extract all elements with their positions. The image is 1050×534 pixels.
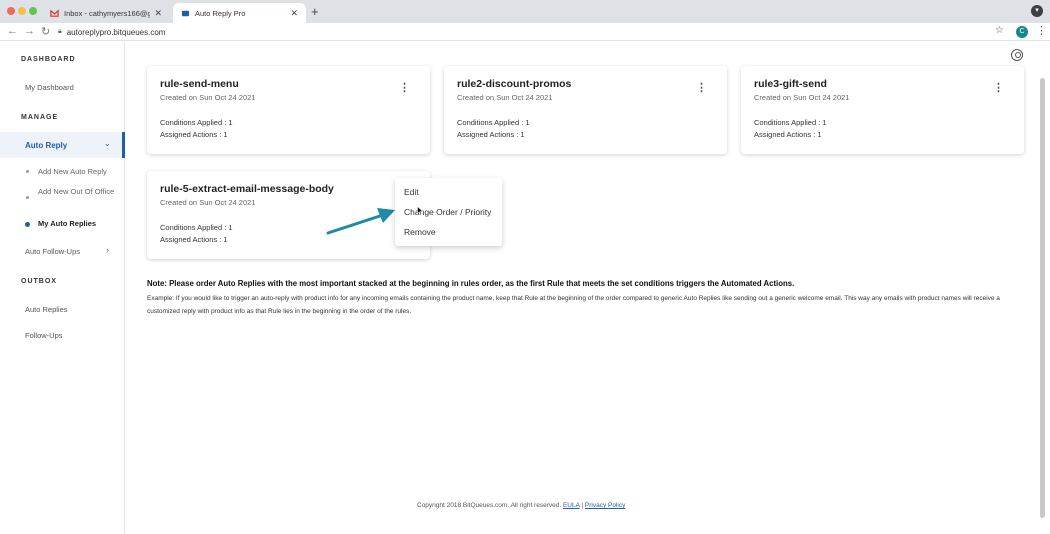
sidebar-item-auto-reply[interactable]: Auto Reply ⌄ [0, 132, 125, 158]
rule-options-kebab-icon[interactable]: ⋮ [993, 81, 1004, 94]
rule-conditions: Conditions Applied : 1 [160, 118, 233, 127]
rule-options-kebab-icon[interactable]: ⋮ [399, 81, 410, 94]
profile-avatar[interactable]: C [1016, 26, 1028, 38]
chevron-right-icon: › [106, 245, 109, 255]
rule-created-date: Created on Sun Oct 24 2021 [754, 93, 850, 102]
sidebar-subitem-my-auto-replies[interactable]: My Auto Replies [38, 218, 118, 230]
rule-conditions: Conditions Applied : 1 [457, 118, 530, 127]
section-title-manage: MANAGE [21, 114, 59, 121]
sidebar-subitem-add-new-auto-reply[interactable]: Add New Auto Reply [38, 166, 118, 178]
mouse-cursor-icon [417, 206, 423, 215]
bullet-icon [26, 170, 29, 173]
reload-icon[interactable]: ↻ [41, 25, 50, 38]
rule-card: rule3-gift-send Created on Sun Oct 24 20… [741, 66, 1024, 154]
rule-conditions: Conditions Applied : 1 [754, 118, 827, 127]
eula-link[interactable]: EULA [563, 502, 580, 509]
sidebar-item-follow-ups[interactable]: Follow-Ups [25, 331, 63, 340]
rule-options-kebab-icon[interactable]: ⋮ [696, 81, 707, 94]
rule-conditions: Conditions Applied : 1 [160, 223, 233, 232]
rule-context-menu: Edit Change Order / Priority Remove [395, 178, 502, 246]
section-title-outbox: OUTBOX [21, 278, 57, 285]
sidebar: DASHBOARD My Dashboard MANAGE Auto Reply… [0, 42, 125, 534]
forward-icon[interactable]: → [24, 25, 35, 37]
close-window-button[interactable] [7, 7, 15, 15]
rule-actions: Assigned Actions : 1 [160, 235, 228, 244]
rule-created-date: Created on Sun Oct 24 2021 [457, 93, 553, 102]
tab-gmail-inbox[interactable]: Inbox - cathymyers166@gmail... ✕ [42, 3, 170, 23]
sidebar-item-auto-replies[interactable]: Auto Replies [25, 305, 68, 314]
sidebar-subitem-add-new-out-of-office[interactable]: Add New Out Of Office [38, 186, 118, 198]
bullet-icon [26, 196, 29, 199]
sidebar-item-auto-follow-ups[interactable]: Auto Follow-Ups [25, 247, 80, 256]
new-tab-icon[interactable]: + [311, 4, 319, 19]
rule-actions: Assigned Actions : 1 [457, 130, 525, 139]
url-text: autoreplypro.bitqueues.com [66, 27, 166, 37]
ordering-note-heading: Note: Please order Auto Replies with the… [147, 279, 795, 288]
tab-label: Inbox - cathymyers166@gmail... [64, 8, 151, 18]
rule-name: rule-send-menu [160, 78, 239, 90]
section-title-dashboard: DASHBOARD [21, 56, 76, 63]
minimize-window-button[interactable] [18, 7, 26, 15]
auto-reply-favicon-icon [181, 10, 190, 16]
menu-item-edit[interactable]: Edit [404, 187, 419, 197]
back-icon[interactable]: ← [7, 25, 18, 37]
close-tab-icon[interactable]: ✕ [290, 8, 298, 19]
footer: Copyright 2018 BitQueues.com. All right … [417, 502, 625, 509]
privacy-policy-link[interactable]: Privacy Policy [585, 502, 625, 509]
gmail-icon [50, 9, 59, 17]
tab-auto-reply-pro[interactable]: Auto Reply Pro ✕ [173, 3, 306, 23]
user-account-icon[interactable] [1011, 49, 1023, 61]
arrow-annotation-icon [326, 208, 395, 235]
chevron-down-icon: ⌄ [104, 139, 111, 148]
rule-name: rule2-discount-promos [457, 78, 572, 90]
maximize-window-button[interactable] [29, 7, 37, 15]
sidebar-item-label: Auto Reply [25, 141, 68, 150]
active-bullet-icon [25, 222, 30, 227]
browser-kebab-icon[interactable]: ⋮ [1036, 24, 1047, 37]
close-tab-icon[interactable]: ✕ [154, 8, 162, 19]
tab-label: Auto Reply Pro [195, 8, 246, 18]
browser-toolbar: ← → ↻ 🔒︎ autoreplypro.bitqueues.com ☆ C … [0, 23, 1050, 41]
rule-name: rule-5-extract-email-message-body [160, 183, 334, 195]
bookmark-star-icon[interactable]: ☆ [995, 25, 1004, 36]
rule-actions: Assigned Actions : 1 [754, 130, 822, 139]
ordering-note-body: Example: If you would like to trigger an… [147, 295, 1000, 315]
rule-created-date: Created on Sun Oct 24 2021 [160, 93, 256, 102]
footer-separator: | [581, 502, 584, 509]
rule-card: rule-send-menu Created on Sun Oct 24 202… [147, 66, 430, 154]
sidebar-item-my-dashboard[interactable]: My Dashboard [25, 83, 74, 92]
rule-name: rule3-gift-send [754, 78, 827, 90]
lock-icon: 🔒︎ [58, 28, 62, 35]
rule-actions: Assigned Actions : 1 [160, 130, 228, 139]
menu-item-remove[interactable]: Remove [404, 227, 436, 237]
rule-card: rule2-discount-promos Created on Sun Oct… [444, 66, 727, 154]
browser-menu-icon[interactable]: ▾ [1031, 5, 1043, 17]
address-bar[interactable]: 🔒︎ autoreplypro.bitqueues.com [58, 25, 988, 39]
copyright-text: Copyright 2018 BitQueues.com. All right … [417, 502, 562, 509]
page-scrollbar[interactable] [1040, 78, 1045, 518]
browser-tab-bar: Inbox - cathymyers166@gmail... ✕ Auto Re… [0, 0, 1050, 23]
rule-created-date: Created on Sun Oct 24 2021 [160, 198, 256, 207]
